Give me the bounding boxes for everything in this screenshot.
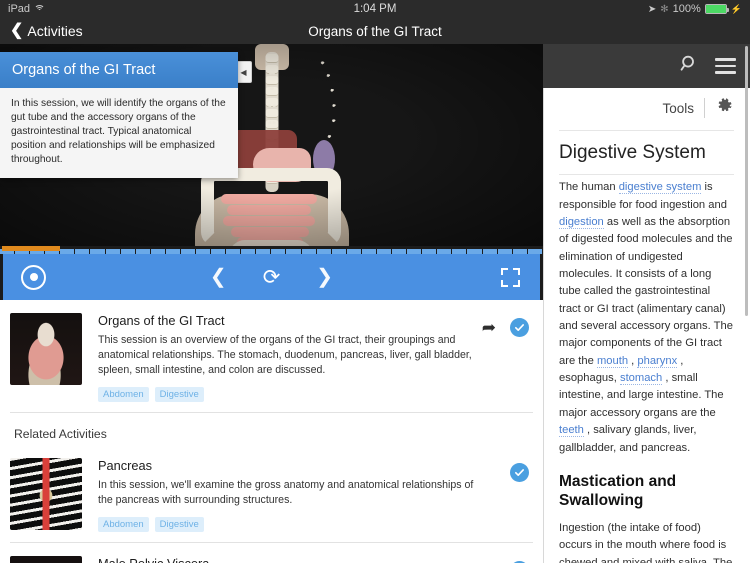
activity-title: Organs of the GI Tract [98,313,225,328]
reference-link[interactable]: mouth [596,354,629,368]
related-activities-heading: Related Activities [14,427,107,442]
battery-percent-label: 100% [672,3,701,15]
reference-subheading: Mastication and Swallowing [559,472,677,509]
reference-scrollbar[interactable] [745,46,748,316]
lightning-bolt-icon: ⚡ [730,3,742,14]
status-bar-right: ➤ ✻ 100% ⚡ [648,3,742,15]
status-bar: iPad 1:04 PM ➤ ✻ 100% ⚡ [0,0,750,18]
related-activity-row-male-pelvic-viscera[interactable]: Male Pelvic Viscera [0,543,543,563]
activity-main: Pancreas In this session, we'll examine … [82,458,529,533]
activity-tags: Abdomen Digestive [98,387,489,403]
search-icon[interactable] [680,54,699,78]
activity-tags: Abdomen Digestive [98,517,489,533]
reload-icon[interactable]: ⟳ [263,267,281,288]
reference-panel: Tools Digestive System The human digesti… [543,44,750,563]
bluetooth-icon: ✻ [660,3,669,15]
reference-link[interactable]: stomach [619,372,663,386]
activity-main: Organs of the GI Tract This session is a… [82,313,529,403]
reference-link[interactable]: digestion [559,215,604,229]
panel-edge-divider [543,88,544,563]
activity-title: Male Pelvic Viscera [98,556,489,563]
app-screen: iPad 1:04 PM ➤ ✻ 100% ⚡ ❮ Activities Org… [0,0,750,563]
previous-button[interactable]: ❮ [210,267,227,287]
male-pelvic-viscera-thumbnail[interactable] [10,556,82,563]
related-activity-row-pancreas[interactable]: Pancreas In this session, we'll examine … [0,445,543,542]
reference-text: , [628,354,638,367]
reference-paragraph-1: The human digestive system is responsibl… [543,175,750,457]
reference-paragraph-2: Ingestion (the intake of food) occurs in… [559,522,733,563]
reference-text: The human [559,181,619,194]
page-title: Organs of the GI Tract [308,23,442,39]
hamburger-menu-icon[interactable] [715,54,736,78]
activity-title: Pancreas [98,458,153,474]
fullscreen-icon[interactable] [501,267,520,287]
reference-link[interactable]: digestive system [618,181,702,195]
pancreas-thumbnail[interactable] [10,458,82,531]
activity-list[interactable]: Organs of the GI Tract This session is a… [0,300,543,563]
playback-center-controls: ❮ ⟳ ❯ [3,267,540,288]
location-arrow-icon: ➤ [647,3,657,15]
nav-bar: ❮ Activities Organs of the GI Tract [0,18,750,44]
record-icon[interactable] [21,264,46,290]
tag-abdomen[interactable]: Abdomen [98,387,149,403]
tools-button[interactable]: Tools [662,101,694,116]
session-card-description: In this session, we will identify the or… [0,88,238,179]
activity-actions [510,463,529,483]
next-button[interactable]: ❯ [316,267,333,287]
status-bar-time: 1:04 PM [353,3,397,15]
activity-main: Male Pelvic Viscera [82,556,529,563]
playback-control-bar: ❮ ⟳ ❯ [3,254,540,300]
session-info-card: Organs of the GI Tract In this session, … [0,52,238,179]
activity-actions: ➦ [482,318,529,337]
reference-panel-topbar [543,44,750,88]
tag-digestive[interactable]: Digestive [154,387,204,403]
current-activity-row[interactable]: Organs of the GI Tract This session is a… [0,300,543,412]
timeline-progress [2,246,60,251]
reference-tools-row: Tools [543,88,750,128]
session-timeline[interactable] [0,246,543,254]
activity-description: In this session, we'll examine the gross… [98,479,474,507]
tools-separator [704,98,705,118]
reference-link[interactable]: pharynx [637,354,678,368]
session-card-title: Organs of the GI Tract [0,52,238,88]
tag-abdomen[interactable]: Abdomen [98,517,149,533]
activity-description: This session is an overview of the organ… [98,334,472,377]
gi-tract-thumbnail[interactable] [10,313,82,385]
share-arrow-icon[interactable]: ➦ [482,319,496,336]
tag-digestive[interactable]: Digestive [154,517,204,533]
check-circle-icon[interactable] [510,318,529,337]
battery-full-icon [704,4,729,14]
check-circle-icon[interactable] [510,463,529,483]
gear-icon[interactable] [715,96,734,120]
reference-text: as well as the absorption of digested fo… [559,215,733,367]
reference-heading: Digestive System [559,142,706,163]
reference-link[interactable]: teeth [559,424,584,438]
